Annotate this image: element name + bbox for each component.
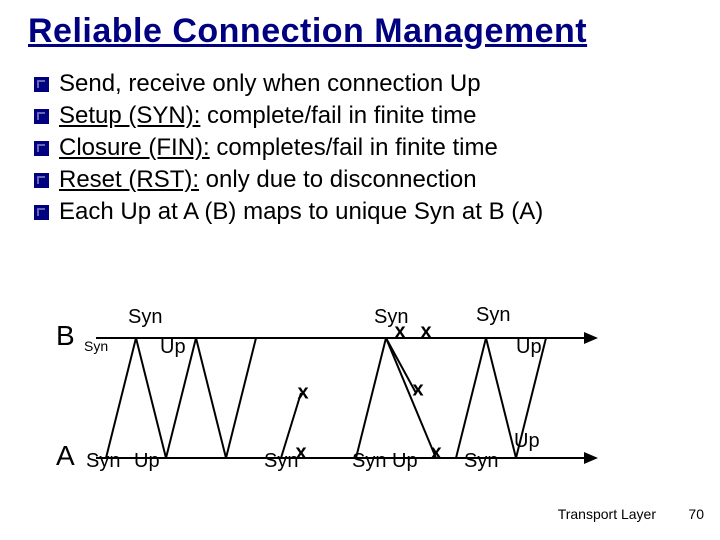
syn-label: Syn (476, 304, 510, 327)
bullet-text: Reset (RST): only due to disconnection (59, 165, 477, 195)
bullet-icon (34, 173, 49, 188)
up-label: Up (134, 450, 160, 473)
bullet-item: Reset (RST): only due to disconnection (34, 165, 692, 195)
bullet-item: Closure (FIN): completes/fail in finite … (34, 133, 692, 163)
slide-title: Reliable Connection Management (28, 12, 692, 51)
syn-label: Syn (352, 450, 386, 473)
bullet-text: Closure (FIN): completes/fail in finite … (59, 133, 498, 163)
x-mark-icon: x (430, 442, 441, 465)
bullet-icon (34, 77, 49, 92)
bullet-text: Each Up at A (B) maps to unique Syn at B… (59, 197, 543, 227)
syn-label: Syn (86, 450, 120, 473)
up-label: Up (516, 336, 542, 359)
footer-label: Transport Layer (558, 506, 656, 522)
slide: Reliable Connection Management Send, rec… (0, 0, 720, 227)
bullet-item: Send, receive only when connection Up (34, 69, 692, 99)
x-mark-icon: x (297, 382, 308, 405)
up-label: Up (392, 450, 418, 473)
x-mark-icon: x (394, 321, 405, 344)
bullet-item: Each Up at A (B) maps to unique Syn at B… (34, 197, 692, 227)
up-label: Up (514, 430, 540, 453)
bullet-icon (34, 109, 49, 124)
bullet-item: Setup (SYN): complete/fail in finite tim… (34, 101, 692, 131)
up-label: Up (160, 336, 186, 359)
timing-diagram: B A Syn Syn Up Syn Syn Up Syn Up Syn Syn… (56, 288, 616, 488)
syn-label: Syn (128, 306, 162, 329)
bullet-text: Setup (SYN): complete/fail in finite tim… (59, 101, 477, 131)
syn-label: Syn (84, 338, 108, 354)
bullet-icon (34, 205, 49, 220)
syn-label: Syn (264, 450, 298, 473)
bullet-list: Send, receive only when connection Up Se… (34, 69, 692, 227)
x-mark-icon: x (412, 379, 423, 402)
page-number: 70 (688, 506, 704, 522)
x-mark-icon: x (420, 321, 431, 344)
syn-label: Syn (464, 450, 498, 473)
host-a-label: A (56, 440, 75, 472)
host-b-label: B (56, 320, 75, 352)
bullet-icon (34, 141, 49, 156)
x-mark-icon: x (295, 442, 306, 465)
bullet-text: Send, receive only when connection Up (59, 69, 481, 99)
